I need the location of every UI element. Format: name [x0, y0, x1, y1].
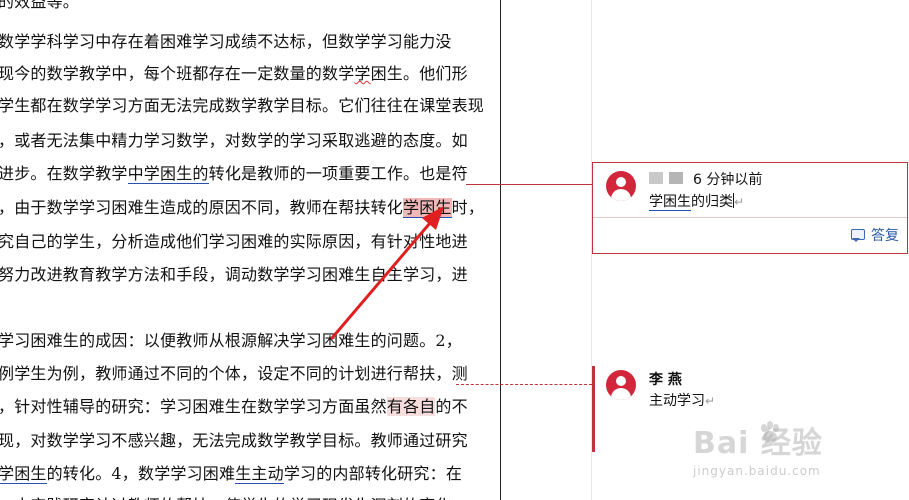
baidu-paw-icon — [761, 421, 779, 443]
watermark-url: jingyan.baidu.com — [693, 464, 821, 478]
